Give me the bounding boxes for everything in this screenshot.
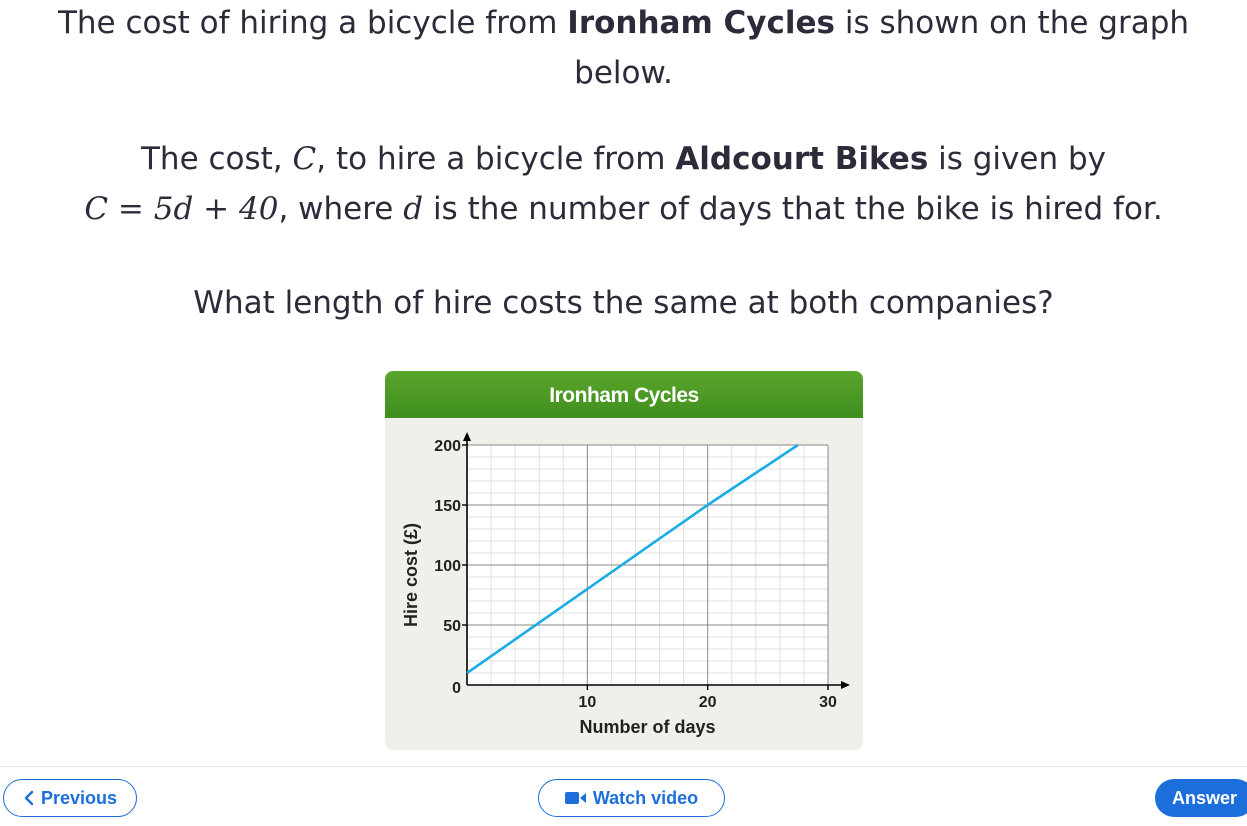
y-axis-arrow — [463, 432, 471, 441]
equation-var-d: d — [173, 191, 194, 227]
watch-video-label: Watch video — [592, 787, 699, 808]
question-prompt: What length of hire costs the same at bo… — [193, 285, 1054, 321]
question-p1-text-b: is shown on the graph — [835, 5, 1190, 41]
question-p2-text-b: , to hire a bicycle from — [316, 141, 676, 177]
x-tick-label: 20 — [699, 694, 717, 711]
question-paragraph-2: The cost, C, to hire a bicycle from Aldc… — [0, 134, 1247, 234]
company-name-ironham: Ironham Cycles — [567, 5, 835, 41]
answer-button[interactable]: Answer — [1155, 779, 1247, 817]
question-p2-text-d: , where — [278, 191, 404, 227]
y-tick-label: 200 — [434, 438, 461, 455]
x-tick-label: 30 — [819, 694, 837, 711]
variable-d: d — [403, 191, 424, 227]
chevron-left-icon — [23, 790, 35, 806]
x-axis-arrow — [841, 681, 850, 689]
variable-c: C — [292, 141, 317, 177]
previous-label: Previous — [40, 787, 118, 808]
video-camera-icon — [564, 791, 587, 805]
question-p2-text-a: The cost, — [140, 141, 293, 177]
equation-rest: + 40 — [193, 191, 279, 227]
line-chart: 50 100 150 200 0 10 20 30 Number of days Hire cos… — [401, 432, 850, 737]
company-name-aldcourt: Aldcourt Bikes — [675, 141, 929, 177]
x-tick-label: 10 — [578, 694, 596, 711]
y-tick-label: 100 — [434, 558, 461, 575]
y-tick-label: 50 — [443, 618, 461, 635]
previous-button[interactable]: Previous — [3, 779, 137, 817]
question-p2-text-c: is given by — [928, 141, 1106, 177]
watch-video-button[interactable]: Watch video — [538, 779, 725, 817]
equation-lhs: C — [84, 191, 109, 227]
question-p1-text-a: The cost of hiring a bicycle from — [57, 5, 568, 41]
y-axis-label: Hire cost (£) — [401, 523, 421, 627]
question-paragraph-1: The cost of hiring a bicycle from Ironha… — [0, 0, 1247, 98]
graph-card: Ironham Cycles 50 100 150 200 0 10 20 30 Number … — [385, 371, 863, 750]
question-paragraph-3: What length of hire costs the same at bo… — [0, 278, 1247, 328]
x-axis-label: Number of days — [579, 717, 715, 737]
origin-tick-label: 0 — [452, 680, 461, 697]
question-p2-text-e: is the number of days that the bike is h… — [423, 191, 1163, 227]
question-p1-text-c: below. — [574, 55, 673, 91]
footer-divider — [0, 766, 1247, 767]
equation-op: = 5 — [108, 191, 174, 227]
y-tick-label: 150 — [434, 498, 461, 515]
answer-label: Answer — [1172, 787, 1238, 808]
